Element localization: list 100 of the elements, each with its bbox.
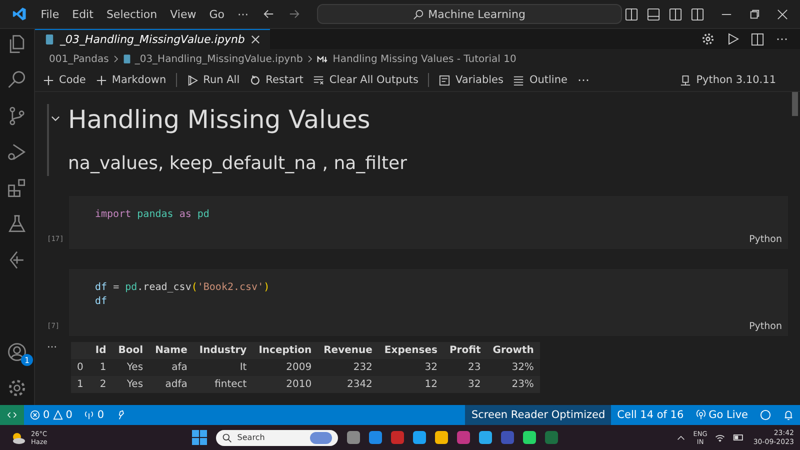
run-icon[interactable] — [727, 33, 739, 45]
more-actions-button[interactable]: ⋯ — [577, 73, 590, 87]
layout-toggle-icon[interactable] — [669, 8, 682, 20]
layout-toggle-icon[interactable] — [625, 8, 638, 20]
markdown-subheading: na_values, keep_default_na , na_filter — [68, 152, 408, 176]
account-icon[interactable] — [6, 341, 28, 363]
breadcrumb-item[interactable]: 001_Pandas — [49, 54, 109, 64]
remote-indicator[interactable] — [0, 405, 24, 425]
breadcrumb-item[interactable]: _03_Handling_MissingValue.ipynb — [134, 54, 303, 64]
menu-item[interactable]: File — [36, 8, 64, 20]
toolbar-button[interactable]: Clear All Outputs — [313, 74, 418, 86]
column-header: Bool — [112, 342, 150, 359]
table-cell: Yes — [112, 359, 150, 376]
toolbar-button[interactable]: Restart — [250, 74, 304, 86]
warning-icon — [52, 410, 63, 420]
table-cell: 32% — [486, 359, 540, 376]
more-menu-button[interactable]: ⋯ — [232, 8, 254, 20]
search-icon — [413, 8, 424, 20]
command-center-search[interactable]: Machine Learning — [316, 4, 622, 24]
battery-icon[interactable] — [733, 433, 746, 442]
split-editor-icon[interactable] — [751, 32, 764, 46]
table-cell: 23% — [486, 376, 540, 393]
code-line: df — [95, 295, 108, 309]
toolbar-button[interactable]: Outline — [513, 74, 568, 86]
toolbar-button[interactable]: Variables — [439, 74, 504, 86]
restart-icon — [250, 74, 261, 86]
search-icon — [222, 432, 232, 442]
tab-title: _03_Handling_MissingValue.ipynb — [60, 33, 245, 46]
menu-item[interactable]: Go — [204, 8, 230, 20]
taskbar-app-icon[interactable] — [369, 431, 382, 444]
column-header: Growth — [486, 342, 540, 359]
restore-icon[interactable] — [749, 8, 760, 20]
table-cell: 0 — [71, 359, 90, 376]
toolbar-button[interactable]: Run All — [187, 74, 240, 86]
problems-indicator[interactable]: 0 0 — [24, 405, 78, 425]
clear-outputs-icon — [313, 74, 324, 86]
table-cell: adfa — [149, 376, 194, 393]
cell-language-label[interactable]: Python — [749, 234, 788, 245]
error-icon — [30, 410, 40, 420]
output-more-button[interactable]: ⋯ — [47, 342, 57, 353]
taskbar-search-field[interactable]: Search — [216, 430, 338, 446]
ports-indicator[interactable]: 0 — [78, 405, 110, 425]
search-icon[interactable] — [6, 69, 28, 91]
table-cell: 23 — [443, 359, 487, 376]
column-header: Revenue — [318, 342, 378, 359]
menu-item[interactable]: View — [165, 8, 202, 20]
toolbar-button[interactable]: Code — [43, 74, 86, 86]
toolbar-button[interactable]: Markdown — [96, 74, 166, 86]
table-cell: It — [193, 359, 253, 376]
scrollbar-thumb[interactable] — [792, 92, 798, 116]
code-cell-editor[interactable]: import pandas as pd Python — [69, 196, 788, 249]
table-cell: 2010 — [252, 376, 318, 393]
editor-tab[interactable]: _03_Handling_MissingValue.ipynb — [35, 29, 270, 49]
flask-icon[interactable] — [6, 213, 28, 235]
close-icon[interactable] — [250, 35, 260, 44]
code-line: df = pd.read_csv('Book2.csv') — [95, 281, 271, 295]
code-line: import pandas as pd — [95, 208, 210, 222]
server-icon — [680, 74, 692, 86]
remote-icon — [7, 410, 17, 420]
close-icon[interactable] — [777, 8, 788, 20]
search-illustration — [310, 432, 332, 444]
table-cell: 2 — [89, 376, 112, 393]
taskbar-app-icon[interactable] — [479, 431, 492, 444]
notification-badge: 1 — [21, 354, 33, 366]
table-cell: 2009 — [252, 359, 318, 376]
status-item[interactable]: Screen Reader Optimized — [465, 405, 612, 425]
layout-toggle-icon[interactable] — [691, 8, 704, 20]
taskbar-app-icon[interactable] — [523, 431, 536, 444]
table-cell: 1 — [71, 376, 90, 393]
chevron-down-icon[interactable] — [51, 114, 60, 123]
taskbar-app-icon[interactable] — [413, 431, 426, 444]
column-header: Name — [149, 342, 194, 359]
cell-language-label[interactable]: Python — [749, 321, 788, 332]
column-header: Expenses — [378, 342, 444, 359]
menu-item[interactable]: Edit — [67, 8, 98, 20]
run-icon — [187, 74, 198, 86]
run-debug-icon[interactable] — [6, 141, 28, 163]
windows-start-icon[interactable] — [192, 430, 208, 445]
extensions-icon[interactable] — [6, 177, 28, 199]
layout-toggle-icon[interactable] — [647, 8, 660, 20]
kernel-picker[interactable]: Python 3.10.11 — [680, 74, 792, 86]
back-arrow-icon[interactable] — [262, 8, 274, 20]
more-actions-button[interactable]: ⋯ — [776, 32, 788, 46]
task-view-icon[interactable] — [347, 431, 360, 444]
menu-item[interactable]: Selection — [101, 8, 162, 20]
chevron-right-icon — [306, 55, 313, 63]
settings-icon[interactable] — [6, 377, 28, 399]
table-cell: Yes — [112, 376, 150, 393]
broadcast-icon — [696, 410, 706, 420]
chevron-up-icon[interactable] — [677, 434, 686, 442]
settings-icon[interactable] — [701, 32, 715, 46]
breadcrumb-item[interactable]: Handling Missing Values - Tutorial 10 — [332, 54, 516, 64]
wifi-icon[interactable] — [715, 432, 726, 442]
taskbar-app-icon[interactable] — [435, 431, 448, 444]
forward-arrow-icon[interactable] — [288, 8, 300, 20]
go-live-button[interactable]: Go Live — [690, 405, 754, 425]
code-cell-editor[interactable]: df = pd.read_csv('Book2.csv') df Python — [69, 269, 788, 336]
status-item[interactable]: Cell 14 of 16 — [611, 405, 690, 425]
list-icon — [513, 74, 524, 86]
table-cell: afa — [149, 359, 194, 376]
